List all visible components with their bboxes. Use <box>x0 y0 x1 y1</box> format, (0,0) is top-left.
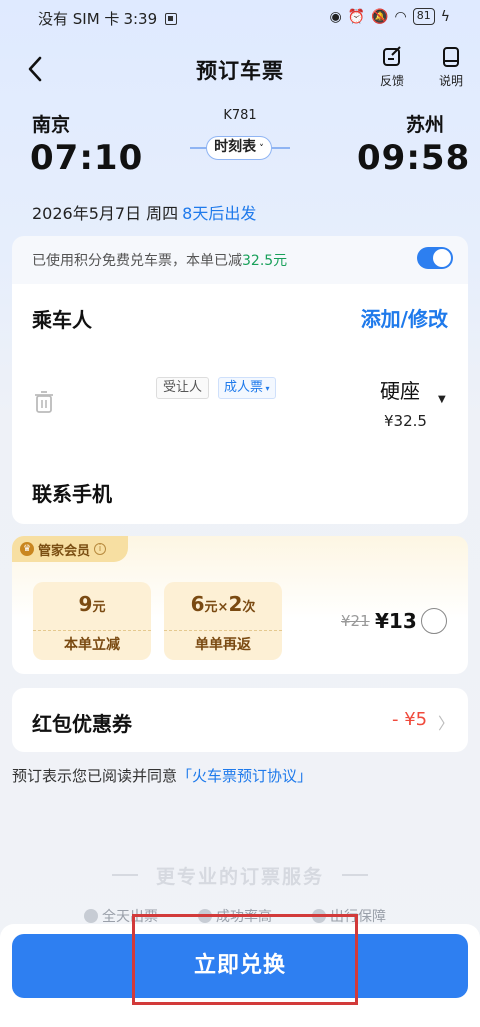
countdown-text: 8天后出发 <box>182 204 257 223</box>
mute-icon: 🔕 <box>371 8 389 25</box>
chevron-down-icon: ˅ <box>256 144 264 154</box>
red-packet-label: 红包优惠券 <box>32 712 132 736</box>
agreement-prefix: 预订表示您已阅读并同意 <box>12 767 178 785</box>
agreement-text: 预订表示您已阅读并同意「火车票预订协议」 <box>12 765 312 786</box>
service-title: 更专业的订票服务 <box>155 866 324 888</box>
coupon1-label: 本单立减 <box>33 630 151 660</box>
member-select-radio[interactable] <box>421 608 447 634</box>
chevron-right-icon: 〉 <box>438 714 455 733</box>
coupon2-label: 单单再返 <box>164 630 282 660</box>
delete-passenger-button[interactable] <box>34 390 54 418</box>
highlight-box <box>132 914 358 1005</box>
service-divider-right <box>342 874 368 876</box>
timetable-pill: 时刻表 ˅ <box>206 136 272 160</box>
info-icon[interactable]: i <box>94 543 107 555</box>
to-city: 苏州 <box>406 114 445 136</box>
red-packet-value: - ¥5 <box>392 709 428 730</box>
seat-type[interactable]: 硬座 <box>380 375 420 404</box>
timetable-label: 时刻表 <box>214 139 257 155</box>
help-button[interactable]: 说明 <box>431 46 471 89</box>
clock-icon <box>84 909 98 923</box>
help-label: 说明 <box>438 74 463 88</box>
toggle-knob <box>433 249 451 267</box>
notification-icon <box>165 12 178 25</box>
coupon2-count-unit: 次 <box>242 600 256 615</box>
timetable-button[interactable]: 时刻表 ˅ <box>190 136 290 160</box>
seat-price: ¥32.5 <box>384 412 427 430</box>
status-right: ◉ ⏰ 🔕 ◠ 81 ϟ <box>329 8 450 25</box>
feedback-button[interactable]: 反馈 <box>372 46 412 89</box>
carrier-text: 没有 SIM 卡 <box>38 10 120 28</box>
battery-icon: 81 <box>412 8 435 25</box>
member-crown-icon: ♛ <box>20 542 34 556</box>
coupon1-value: 9元 <box>33 592 151 616</box>
departure-date: 2026年5月7日 周四 8天后出发 <box>32 200 256 224</box>
member-tag-label: 管家会员 <box>38 543 91 559</box>
passenger-title: 乘车人 <box>32 308 92 332</box>
to-time: 09:58 <box>357 138 471 178</box>
date-text: 2026年5月7日 周四 <box>32 204 179 223</box>
coupon1-unit: 元 <box>92 600 106 615</box>
member-tag: ♛ 管家会员 i <box>12 536 129 562</box>
coupon2-amount: 6 <box>190 592 205 616</box>
clock-text: 3:39 <box>123 9 158 28</box>
wifi-icon: ◠ <box>394 8 407 25</box>
coupon1-amount: 9 <box>78 592 93 616</box>
points-text: 已使用积分免费兑车票，本单已减32.5元 <box>32 250 287 270</box>
eye-icon: ◉ <box>329 8 342 25</box>
feedback-icon <box>383 46 401 66</box>
coupon-instant-discount: 9元 本单立减 <box>33 582 151 660</box>
add-edit-passenger-link[interactable]: 添加/修改 <box>361 303 448 332</box>
contact-phone-label[interactable]: 联系手机 <box>32 478 112 507</box>
coupon2-unit: 元 <box>204 600 218 615</box>
points-amount: 32.5元 <box>242 253 288 269</box>
points-prefix: 已使用积分免费兑车票，本单已减 <box>32 253 242 269</box>
trash-icon <box>35 391 53 413</box>
member-original-price: ¥21 <box>341 612 370 630</box>
points-toggle[interactable] <box>417 247 453 269</box>
coupon-cashback: 6元×2次 单单再返 <box>164 582 282 660</box>
member-price: ¥13 <box>375 609 417 633</box>
status-left: 没有 SIM 卡 3:39 <box>38 8 178 29</box>
book-icon <box>443 47 459 67</box>
agreement-link[interactable]: 「火车票预订协议」 <box>177 767 312 785</box>
ticket-type-label: 成人票 <box>224 380 264 395</box>
passenger-name-tag: 受让人 <box>156 377 210 399</box>
timetable-line-right <box>272 147 290 149</box>
alarm-icon: ⏰ <box>347 8 366 25</box>
ticket-type-select[interactable]: 成人票 ▾ <box>218 377 276 399</box>
feedback-label: 反馈 <box>379 74 404 88</box>
coupon2-times-sign: × <box>217 600 229 615</box>
coupon2-value: 6元×2次 <box>164 592 282 616</box>
coupon2-count: 2 <box>228 592 243 616</box>
seat-caret-icon[interactable]: ▼ <box>438 394 446 405</box>
caret-down-icon: ▾ <box>263 384 270 393</box>
from-time: 07:10 <box>30 138 144 178</box>
charging-icon: ϟ <box>440 8 450 25</box>
